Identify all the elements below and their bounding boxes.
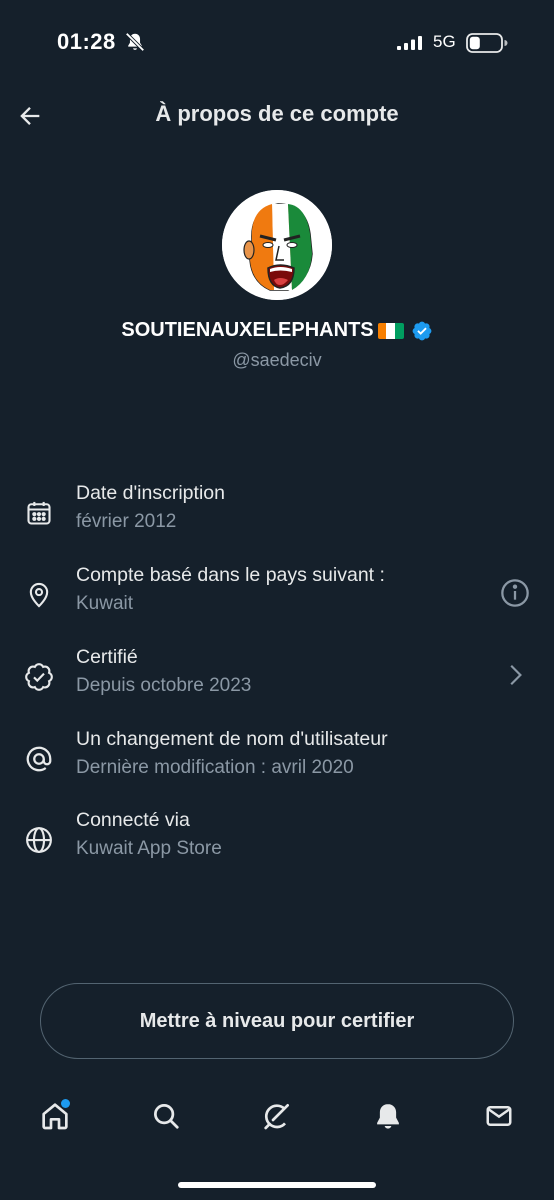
location-pin-icon — [22, 578, 56, 612]
handle: @saedeciv — [232, 350, 322, 370]
calendar-icon — [22, 496, 56, 530]
info-subtitle: Kuwait — [76, 593, 134, 614]
flag-stripe-white — [386, 322, 395, 339]
display-name-row: SOUTIENAUXELEPHANTS — [0, 319, 554, 342]
flag-stripe-orange — [377, 322, 387, 339]
globe-icon — [22, 823, 56, 857]
grok-icon — [264, 1104, 289, 1130]
info-item-username-change: Un changement de nom d'utilisateur Derni… — [0, 728, 554, 798]
info-item-country: Compte basé dans le pays suivant : Kuwai… — [0, 564, 554, 634]
info-title: Un changement de nom d'utilisateur — [76, 728, 388, 750]
ivory-coast-flag-icon — [377, 322, 404, 339]
search-icon — [154, 1104, 179, 1129]
notifications-icon — [377, 1104, 399, 1129]
battery-icon — [466, 33, 508, 53]
messages-icon — [486, 1106, 512, 1126]
status-bar: 01:28 5G — [0, 0, 554, 84]
info-subtitle: Kuwait App Store — [76, 838, 222, 859]
upgrade-to-verify-button[interactable]: Mettre à niveau pour certifier — [40, 983, 514, 1059]
flag-stripe-green — [394, 322, 404, 339]
at-sign-icon — [22, 742, 56, 776]
info-title: Certifié — [76, 646, 138, 668]
bottom-tab-bar — [0, 1080, 554, 1150]
notification-dot — [61, 1099, 70, 1108]
avatar-image — [222, 190, 332, 300]
info-title: Compte basé dans le pays suivant : — [76, 564, 385, 586]
tab-grok[interactable] — [257, 1096, 297, 1136]
tab-search[interactable] — [146, 1096, 186, 1136]
info-button[interactable] — [498, 576, 532, 610]
info-subtitle: Dernière modification : avril 2020 — [76, 757, 354, 778]
chevron-right-icon — [510, 665, 522, 685]
bell-off-icon — [125, 32, 145, 52]
network-type: 5G — [433, 32, 456, 51]
avatar[interactable] — [220, 188, 334, 302]
page-title: À propos de ce compte — [155, 101, 399, 126]
verified-badge-icon — [412, 321, 432, 340]
info-item-verified[interactable]: Certifié Depuis octobre 2023 — [0, 646, 554, 716]
verified-badge-outline-icon — [22, 660, 56, 694]
tab-notifications[interactable] — [368, 1096, 408, 1136]
tab-messages[interactable] — [479, 1096, 519, 1136]
chevron-right-button[interactable] — [498, 658, 532, 692]
tab-home[interactable] — [35, 1096, 75, 1136]
info-title: Connecté via — [76, 809, 190, 831]
info-item-connected-via: Connecté via Kuwait App Store — [0, 809, 554, 879]
info-subtitle: février 2012 — [76, 511, 177, 532]
display-name: SOUTIENAUXELEPHANTS — [121, 319, 374, 341]
info-subtitle: Depuis octobre 2023 — [76, 675, 252, 696]
info-title: Date d'inscription — [76, 482, 225, 504]
home-indicator — [178, 1182, 376, 1188]
info-item-join-date: Date d'inscription février 2012 — [0, 482, 554, 552]
signal-icon — [397, 36, 422, 50]
status-time: 01:28 — [57, 29, 116, 54]
info-icon — [501, 579, 529, 607]
